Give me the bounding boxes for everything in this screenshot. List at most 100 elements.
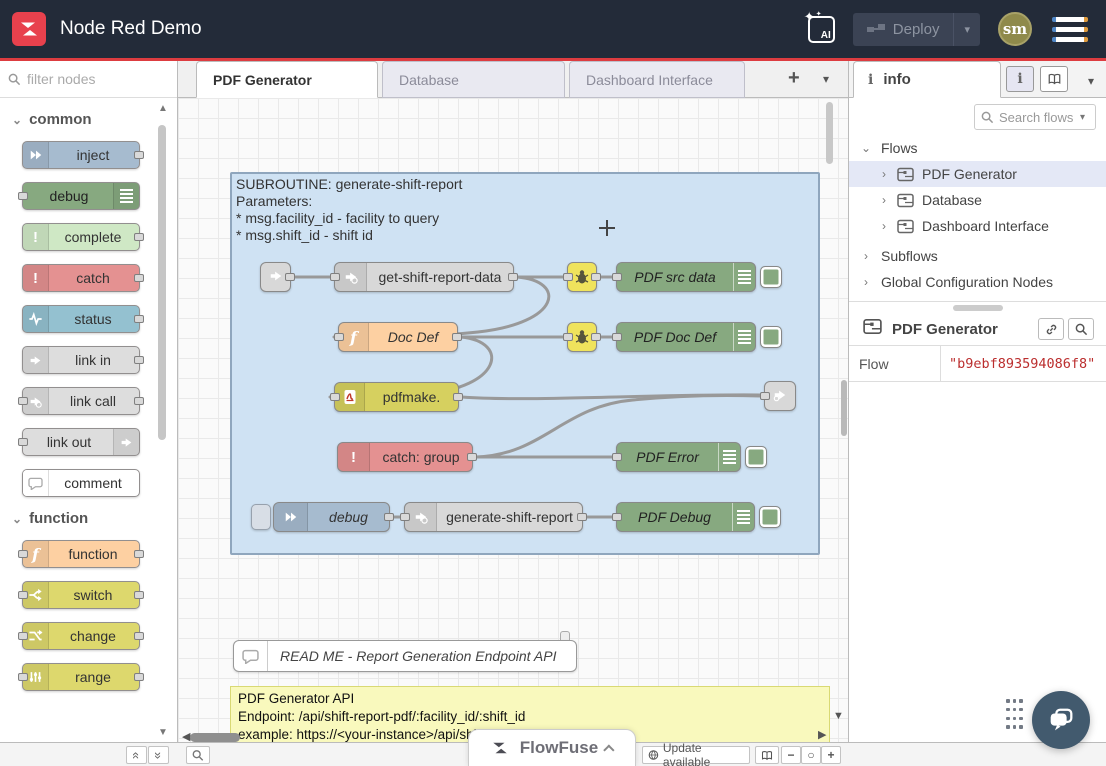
input-port[interactable] <box>330 273 340 281</box>
update-available-button[interactable]: Update available <box>642 746 750 764</box>
flow-canvas[interactable]: SUBROUTINE: generate-shift-report Parame… <box>178 98 848 742</box>
input-port[interactable] <box>18 591 28 599</box>
node-catch-group[interactable]: ! catch: group <box>337 442 473 472</box>
input-port[interactable] <box>334 333 344 341</box>
output-port[interactable] <box>285 273 295 281</box>
palette-node-link-in[interactable]: link in <box>22 346 140 374</box>
output-port[interactable] <box>452 333 462 341</box>
tree-item-subflows[interactable]: › Subflows <box>849 243 1106 269</box>
palette-node-catch[interactable]: ! catch <box>22 264 140 292</box>
chat-widget-button[interactable] <box>1032 691 1090 749</box>
scroll-down-icon[interactable]: ▼ <box>833 710 844 722</box>
node-get-shift-report-data[interactable]: get-shift-report-data <box>334 262 514 292</box>
input-port[interactable] <box>18 438 28 446</box>
palette-collapse-all-button[interactable]: « <box>126 746 147 764</box>
canvas-horizontal-scrollbar[interactable] <box>190 733 240 742</box>
node-debug-breakpoint[interactable] <box>567 322 597 352</box>
output-port[interactable] <box>134 397 144 405</box>
zoom-in-button[interactable]: + <box>821 746 841 764</box>
tree-item-pdf-generator[interactable]: › PDF Generator <box>849 161 1106 187</box>
palette-scroll-down-icon[interactable]: ▼ <box>158 727 168 738</box>
search-flows-input[interactable] <box>999 110 1075 125</box>
user-avatar[interactable]: sm <box>998 12 1032 46</box>
palette-node-inject[interactable]: inject <box>22 141 140 169</box>
deploy-button[interactable]: Deploy ▾ <box>853 13 980 46</box>
output-port[interactable] <box>591 273 601 281</box>
output-port[interactable] <box>134 673 144 681</box>
debug-toggle-button[interactable] <box>745 446 767 468</box>
canvas-vertical-scrollbar[interactable] <box>826 102 833 164</box>
input-port[interactable] <box>18 632 28 640</box>
tree-item-flows[interactable]: ⌄ Flows <box>849 135 1106 161</box>
node-pdf-doc-def[interactable]: PDF Doc Def <box>616 322 756 352</box>
debug-toggle-button[interactable] <box>760 266 782 288</box>
input-port[interactable] <box>612 453 622 461</box>
output-port[interactable] <box>134 591 144 599</box>
tree-item-global-config[interactable]: › Global Configuration Nodes <box>849 269 1106 295</box>
output-port[interactable] <box>453 393 463 401</box>
input-port[interactable] <box>18 550 28 558</box>
input-port[interactable] <box>18 192 28 200</box>
node-pdfmake[interactable]: pdfmake. <box>334 382 459 412</box>
output-port[interactable] <box>467 453 477 461</box>
inject-button[interactable] <box>251 504 271 530</box>
copy-link-button[interactable] <box>1038 318 1064 340</box>
node-pdf-debug[interactable]: PDF Debug <box>616 502 755 532</box>
output-port[interactable] <box>134 315 144 323</box>
info-panel-button[interactable]: i <box>1006 66 1034 92</box>
debug-toggle-button[interactable] <box>759 506 781 528</box>
canvas-edge-scrollbar[interactable] <box>841 380 847 436</box>
widget-drag-handle-icon[interactable] <box>1006 699 1022 731</box>
output-port[interactable] <box>134 274 144 282</box>
sidebar-options-caret[interactable]: ▾ <box>1088 74 1094 88</box>
input-port[interactable] <box>612 513 622 521</box>
input-port[interactable] <box>612 273 622 281</box>
search-options-caret[interactable]: ▾ <box>1080 112 1085 123</box>
workspace-search-button[interactable] <box>186 746 210 764</box>
tree-item-dashboard-interface[interactable]: › Dashboard Interface <box>849 213 1106 239</box>
palette-node-link-out[interactable]: link out <box>22 428 140 456</box>
palette-node-change[interactable]: change <box>22 622 140 650</box>
ai-assistant-icon[interactable]: ✦ ✦ AI <box>808 16 835 43</box>
tab-database[interactable]: Database <box>382 61 565 98</box>
output-port[interactable] <box>134 356 144 364</box>
sidebar-splitter[interactable] <box>849 301 1106 313</box>
input-port[interactable] <box>612 333 622 341</box>
view-navigator-button[interactable] <box>755 746 779 764</box>
node-pdf-error[interactable]: PDF Error <box>616 442 741 472</box>
property-value[interactable]: "b9ebf893594086f8" <box>941 346 1106 381</box>
node-doc-def[interactable]: f Doc Def <box>338 322 458 352</box>
palette-scroll-up-icon[interactable]: ▲ <box>158 103 168 114</box>
palette-node-complete[interactable]: ! complete <box>22 223 140 251</box>
input-port[interactable] <box>563 273 573 281</box>
filter-nodes-input[interactable] <box>27 71 157 87</box>
palette-node-range[interactable]: range <box>22 663 140 691</box>
search-flow-button[interactable] <box>1068 318 1094 340</box>
zoom-out-button[interactable]: − <box>781 746 801 764</box>
debug-toggle-button[interactable] <box>760 326 782 348</box>
input-port[interactable] <box>400 513 410 521</box>
category-common[interactable]: ⌄common <box>12 111 177 128</box>
tree-item-database[interactable]: › Database <box>849 187 1106 213</box>
input-port[interactable] <box>18 673 28 681</box>
palette-node-function[interactable]: f function <box>22 540 140 568</box>
search-flows-box[interactable]: ▾ <box>974 104 1096 130</box>
zoom-reset-button[interactable]: ○ <box>801 746 821 764</box>
main-menu-icon[interactable] <box>1050 13 1090 46</box>
palette-node-switch[interactable]: switch <box>22 581 140 609</box>
node-link-in[interactable] <box>260 262 291 292</box>
palette-expand-all-button[interactable]: » <box>148 746 169 764</box>
output-port[interactable] <box>134 233 144 241</box>
output-port[interactable] <box>577 513 587 521</box>
node-generate-shift-report[interactable]: generate-shift-report <box>404 502 583 532</box>
palette-filter[interactable] <box>0 61 177 98</box>
tab-dashboard-interface[interactable]: Dashboard Interface <box>569 61 745 98</box>
deploy-options-caret[interactable]: ▾ <box>953 13 980 46</box>
input-port[interactable] <box>760 392 770 400</box>
input-port[interactable] <box>18 397 28 405</box>
palette-scrollbar[interactable] <box>158 125 166 440</box>
node-pdf-src-data[interactable]: PDF src data <box>616 262 756 292</box>
output-port[interactable] <box>134 550 144 558</box>
node-link-out-return[interactable] <box>764 381 796 411</box>
node-debug-breakpoint[interactable] <box>567 262 597 292</box>
